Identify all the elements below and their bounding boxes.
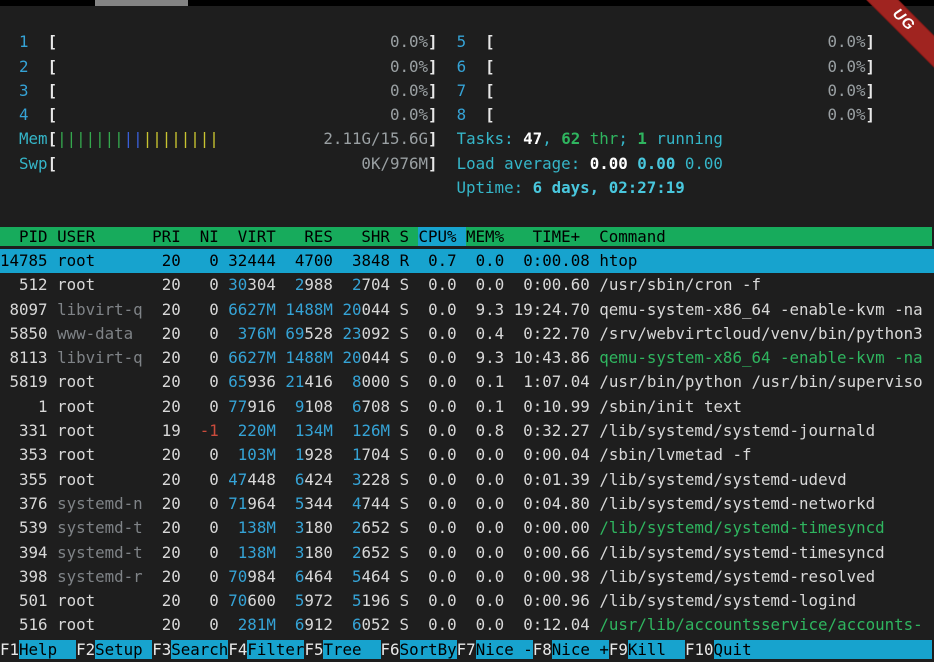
process-row-539[interactable]: 539 systemd-t 20 0 138M 3180 2652 S 0.0 … [0, 516, 934, 540]
fkey-label-f2[interactable]: Setup [95, 640, 152, 659]
terminal-grid: 1 [ 0.0%] 5 [ 0.0%] 2 [ 0.0%] 6 [ 0.0%] … [0, 6, 934, 662]
swap-meter-load-row: Swp[ 0K/976M] Load average: 0.00 0.00 0.… [0, 152, 934, 176]
process-row-8113[interactable]: 8113 libvirt-q 20 0 6627M 1488M 20044 S … [0, 346, 934, 370]
blank-line [0, 6, 934, 30]
fkey-label-f3[interactable]: Search [171, 640, 228, 659]
fkey-label-f1[interactable]: Help [19, 640, 76, 659]
fkey-label-f4[interactable]: Filter [247, 640, 304, 659]
cpu-meter-row-4-8: 4 [ 0.0%] 8 [ 0.0%] [0, 103, 934, 127]
process-row-512[interactable]: 512 root 20 0 30304 2988 2704 S 0.0 0.0 … [0, 273, 934, 297]
process-row-14785[interactable]: 14785 root 20 0 32444 4700 3848 R 0.7 0.… [0, 249, 934, 273]
fkey-F2[interactable]: F2 [76, 640, 95, 659]
process-row-331[interactable]: 331 root 19 -1 220M 134M 126M S 0.0 0.8 … [0, 419, 934, 443]
table-header[interactable]: PID USER PRI NI VIRT RES SHR S CPU% MEM%… [0, 225, 934, 249]
fkey-F6[interactable]: F6 [381, 640, 400, 659]
fkey-label-f8[interactable]: Nice + [552, 640, 609, 659]
fkey-label-f6[interactable]: SortBy [400, 640, 457, 659]
cpu-meter-row-2-6: 2 [ 0.0%] 6 [ 0.0%] [0, 55, 934, 79]
fkey-label-f9[interactable]: Kill [628, 640, 685, 659]
function-key-bar: F1Help F2Setup F3SearchF4FilterF5Tree F6… [0, 638, 934, 662]
htop-terminal: 1 [ 0.0%] 5 [ 0.0%] 2 [ 0.0%] 6 [ 0.0%] … [0, 0, 934, 662]
fkey-F8[interactable]: F8 [533, 640, 552, 659]
process-row-1[interactable]: 1 root 20 0 77916 9108 6708 S 0.0 0.1 0:… [0, 395, 934, 419]
sort-column-cpu[interactable]: CPU% [418, 227, 466, 246]
process-row-355[interactable]: 355 root 20 0 47448 6424 3228 S 0.0 0.0 … [0, 468, 934, 492]
cpu-meter-row-1-5: 1 [ 0.0%] 5 [ 0.0%] [0, 30, 934, 54]
fkey-label-f5[interactable]: Tree [323, 640, 380, 659]
uptime-row: Uptime: 6 days, 02:27:19 [0, 176, 934, 200]
process-row-8097[interactable]: 8097 libvirt-q 20 0 6627M 1488M 20044 S … [0, 298, 934, 322]
fkey-F3[interactable]: F3 [152, 640, 171, 659]
fkey-F7[interactable]: F7 [457, 640, 476, 659]
fkey-F4[interactable]: F4 [228, 640, 247, 659]
cpu-meter-row-3-7: 3 [ 0.0%] 7 [ 0.0%] [0, 79, 934, 103]
process-row-398[interactable]: 398 systemd-r 20 0 70984 6464 5464 S 0.0… [0, 565, 934, 589]
fkey-F9[interactable]: F9 [609, 640, 628, 659]
fkey-label-f7[interactable]: Nice - [476, 640, 533, 659]
fkey-F10[interactable]: F10 [685, 640, 714, 659]
fkey-F5[interactable]: F5 [304, 640, 323, 659]
blank-line [0, 200, 934, 224]
process-row-5819[interactable]: 5819 root 20 0 65936 21416 8000 S 0.0 0.… [0, 370, 934, 394]
mem-meter-tasks-row: Mem[||||||||||||||||| 2.11G/15.6G] Tasks… [0, 127, 934, 151]
process-row-394[interactable]: 394 systemd-t 20 0 138M 3180 2652 S 0.0 … [0, 541, 934, 565]
process-row-5850[interactable]: 5850 www-data 20 0 376M 69528 23092 S 0.… [0, 322, 934, 346]
process-row-516[interactable]: 516 root 20 0 281M 6912 6052 S 0.0 0.0 0… [0, 613, 934, 637]
process-row-376[interactable]: 376 systemd-n 20 0 71964 5344 4744 S 0.0… [0, 492, 934, 516]
process-row-353[interactable]: 353 root 20 0 103M 1928 1704 S 0.0 0.0 0… [0, 443, 934, 467]
process-row-501[interactable]: 501 root 20 0 70600 5972 5196 S 0.0 0.0 … [0, 589, 934, 613]
fkey-F1[interactable]: F1 [0, 640, 19, 659]
fkey-label-f10[interactable]: Quit [714, 640, 933, 659]
